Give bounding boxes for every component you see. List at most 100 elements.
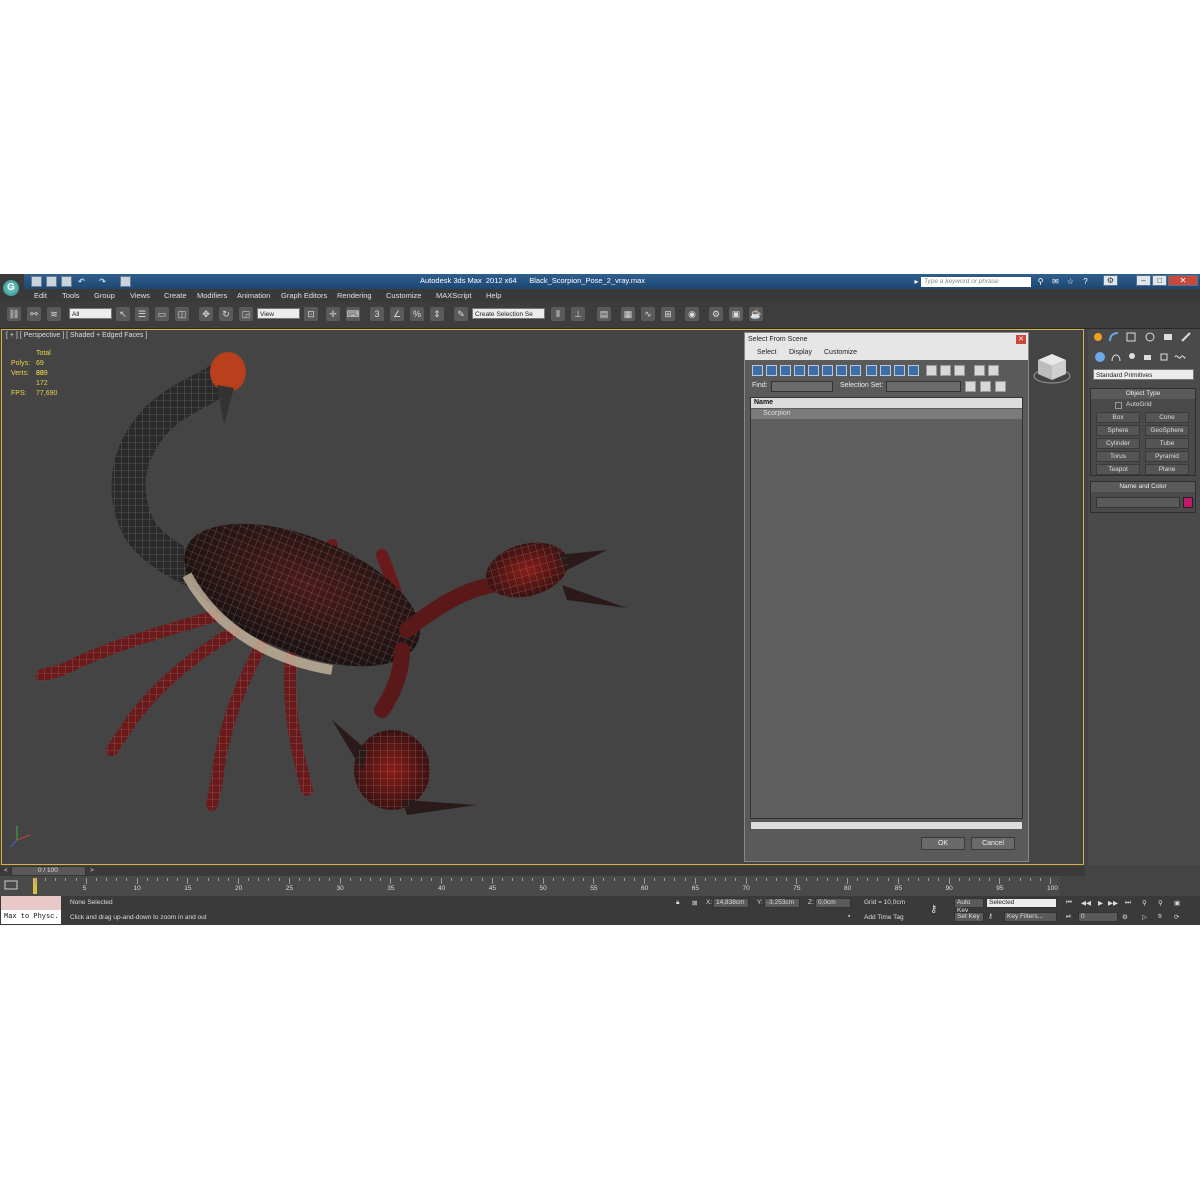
menu-customize[interactable]: Customize bbox=[386, 291, 421, 300]
help-icon[interactable]: ? bbox=[1080, 276, 1091, 287]
selection-set-add-icon[interactable] bbox=[965, 381, 976, 392]
select-all-icon[interactable] bbox=[926, 365, 937, 376]
pivot-center-icon[interactable]: ⊡ bbox=[304, 307, 318, 321]
display-cameras-icon[interactable] bbox=[794, 365, 805, 376]
pan-view-icon[interactable]: ✋︎ bbox=[1158, 913, 1162, 921]
previous-frame-icon[interactable]: ◀◀ bbox=[1081, 899, 1091, 907]
app-logo[interactable]: G bbox=[0, 274, 24, 302]
selection-set-remove-icon[interactable] bbox=[995, 381, 1006, 392]
z-coord-field[interactable]: 0,0cm bbox=[815, 898, 851, 908]
y-coord-field[interactable]: -3,253cm bbox=[764, 898, 800, 908]
search-input[interactable]: Type a keyword or phrase bbox=[921, 277, 1031, 287]
tube-button[interactable]: Tube bbox=[1145, 438, 1189, 449]
save-file-icon[interactable] bbox=[61, 276, 72, 287]
display-frozen-icon[interactable] bbox=[894, 365, 905, 376]
helpers-category-icon[interactable] bbox=[1158, 351, 1170, 363]
maxscript-listener-pink[interactable] bbox=[1, 896, 61, 910]
display-containers-icon[interactable] bbox=[880, 365, 891, 376]
auto-key-button[interactable]: Auto Key bbox=[954, 898, 984, 914]
object-name-input[interactable] bbox=[1096, 497, 1180, 508]
display-lights-icon[interactable] bbox=[780, 365, 791, 376]
percent-snap-icon[interactable]: % bbox=[410, 307, 424, 321]
find-input[interactable] bbox=[771, 381, 833, 392]
edit-named-selection-icon[interactable]: ✎ bbox=[454, 307, 468, 321]
bind-space-warp-icon[interactable]: ≋ bbox=[47, 307, 61, 321]
select-object-icon[interactable]: ↖ bbox=[116, 307, 130, 321]
snaps-toggle-icon[interactable]: 3 bbox=[370, 307, 384, 321]
menu-edit[interactable]: Edit bbox=[34, 291, 47, 300]
redo-icon[interactable]: ↷ bbox=[97, 276, 108, 287]
display-geometry-icon[interactable] bbox=[752, 365, 763, 376]
utilities-tab-icon[interactable] bbox=[1180, 331, 1192, 343]
next-frame-icon[interactable]: ▶▶ bbox=[1108, 899, 1118, 907]
geometry-category-icon[interactable] bbox=[1094, 351, 1106, 363]
set-key-icon[interactable]: ⚷ bbox=[988, 912, 993, 920]
cylinder-button[interactable]: Cylinder bbox=[1096, 438, 1140, 449]
window-crossing-icon[interactable]: ◫ bbox=[175, 307, 189, 321]
lock-selection-icon[interactable]: 🔒︎ bbox=[676, 899, 679, 907]
play-icon[interactable]: ▶ bbox=[1098, 899, 1103, 907]
display-groups-icon[interactable] bbox=[836, 365, 847, 376]
time-configuration-icon[interactable]: ⚙ bbox=[1122, 913, 1128, 921]
teapot-button[interactable]: Teapot bbox=[1096, 464, 1140, 475]
scorpion-model[interactable] bbox=[2, 330, 742, 864]
motion-tab-icon[interactable] bbox=[1144, 331, 1156, 343]
info-center-icon[interactable]: ⚙ bbox=[1103, 275, 1118, 286]
menu-graph-editors[interactable]: Graph Editors bbox=[281, 291, 327, 300]
object-color-swatch[interactable] bbox=[1183, 497, 1193, 508]
communication-center-icon[interactable]: ✉ bbox=[1050, 276, 1061, 287]
render-production-icon[interactable]: ☕ bbox=[749, 307, 763, 321]
column-header-name[interactable]: Name bbox=[751, 398, 1022, 408]
menu-animation[interactable]: Animation bbox=[237, 291, 270, 300]
name-and-color-title[interactable]: Name and Color bbox=[1091, 482, 1195, 492]
mirror-icon[interactable]: ⫴ bbox=[551, 307, 565, 321]
sphere-button[interactable]: Sphere bbox=[1096, 425, 1140, 436]
create-tab-icon[interactable] bbox=[1092, 331, 1104, 343]
menu-tools[interactable]: Tools bbox=[62, 291, 80, 300]
menu-create[interactable]: Create bbox=[164, 291, 187, 300]
current-frame-field[interactable]: 0 bbox=[1078, 912, 1118, 922]
orbit-icon[interactable]: ⟳ bbox=[1174, 913, 1179, 921]
open-file-icon[interactable] bbox=[46, 276, 57, 287]
menu-help[interactable]: Help bbox=[486, 291, 501, 300]
curve-editor-icon[interactable]: ∿ bbox=[641, 307, 655, 321]
geosphere-button[interactable]: GeoSphere bbox=[1145, 425, 1189, 436]
dialog-menu-customize[interactable]: Customize bbox=[824, 349, 857, 356]
absolute-mode-icon[interactable]: ⊠ bbox=[692, 899, 697, 907]
ok-button[interactable]: OK bbox=[921, 837, 965, 850]
undo-icon[interactable]: ↶ bbox=[76, 276, 87, 287]
rotate-icon[interactable]: ↻ bbox=[219, 307, 233, 321]
new-file-icon[interactable] bbox=[31, 276, 42, 287]
key-filters-button[interactable]: Key Filters... bbox=[1004, 912, 1057, 922]
selection-filter-dropdown[interactable]: All bbox=[69, 308, 112, 319]
display-helpers-icon[interactable] bbox=[808, 365, 819, 376]
layer-manager-icon[interactable]: ▤ bbox=[597, 307, 611, 321]
primitive-type-dropdown[interactable]: Standard Primitives bbox=[1093, 369, 1194, 380]
time-slider-prev-icon[interactable]: < bbox=[4, 867, 8, 874]
plane-button[interactable]: Plane bbox=[1145, 464, 1189, 475]
display-xrefs-icon[interactable] bbox=[850, 365, 861, 376]
key-icon[interactable]: ⚷ bbox=[930, 904, 937, 915]
angle-snap-icon[interactable]: ∠ bbox=[390, 307, 404, 321]
key-mode-dropdown[interactable]: Selected bbox=[986, 898, 1057, 908]
time-slider[interactable]: < 0 / 100 > bbox=[0, 866, 1085, 876]
zoom-icon[interactable]: ⚲ bbox=[1142, 899, 1147, 907]
display-shapes-icon[interactable] bbox=[766, 365, 777, 376]
minimize-button[interactable]: – bbox=[1136, 275, 1151, 286]
schematic-view-icon[interactable]: ⊞ bbox=[661, 307, 675, 321]
torus-button[interactable]: Torus bbox=[1096, 451, 1140, 462]
rendered-frame-window-icon[interactable]: ▣ bbox=[729, 307, 743, 321]
project-folder-icon[interactable] bbox=[120, 276, 131, 287]
shapes-category-icon[interactable] bbox=[1110, 351, 1122, 363]
time-tag-icon[interactable]: ▪ bbox=[848, 913, 850, 920]
time-slider-next-icon[interactable]: > bbox=[90, 867, 94, 874]
sort-icon[interactable] bbox=[988, 365, 999, 376]
set-key-button[interactable]: Set Key bbox=[954, 912, 984, 922]
go-to-end-icon[interactable]: ⏭ bbox=[1125, 899, 1131, 907]
modify-tab-icon[interactable] bbox=[1108, 331, 1120, 343]
selection-set-dropdown[interactable] bbox=[886, 381, 961, 392]
cameras-category-icon[interactable] bbox=[1142, 351, 1154, 363]
object-type-title[interactable]: Object Type bbox=[1091, 389, 1195, 399]
reference-coordinate-dropdown[interactable]: View bbox=[257, 308, 300, 319]
selection-set-edit-icon[interactable] bbox=[980, 381, 991, 392]
